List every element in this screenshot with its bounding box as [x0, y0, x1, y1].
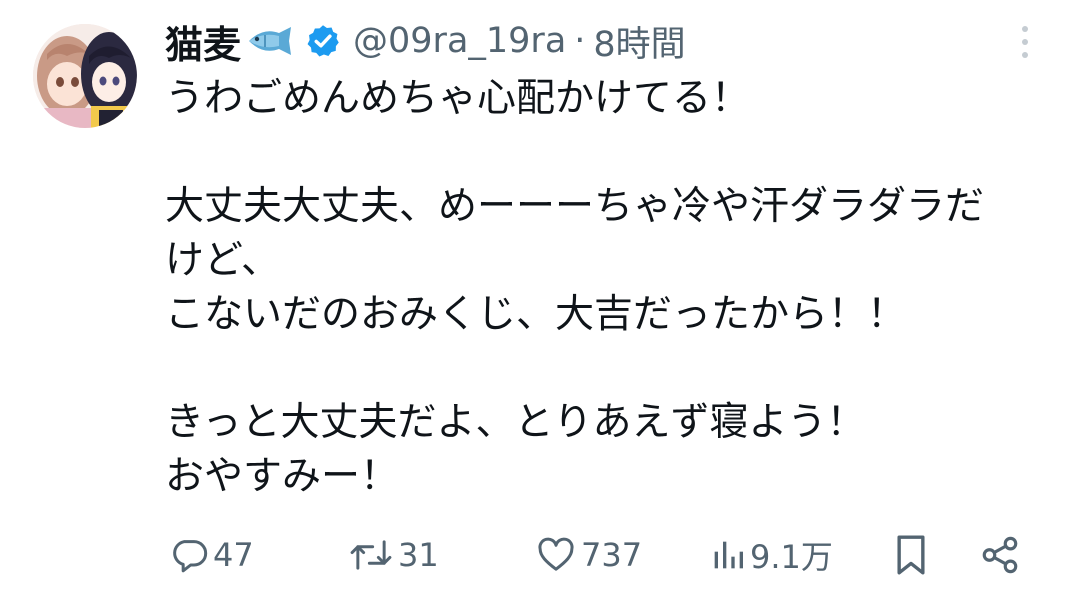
- more-dot: [1022, 39, 1028, 45]
- display-name[interactable]: 猫麦: [165, 14, 241, 69]
- tweet-line: 大丈夫大丈夫、めーーーちゃ冷や汗ダラダラだ: [165, 184, 985, 229]
- tweet-header: 猫麦 @09ra_19ra · 8時間: [165, 14, 686, 68]
- header-separator: ·: [574, 21, 586, 61]
- tweet: 猫麦 @09ra_19ra · 8時間 うわごめんめちゃ心配かけてる！ 大丈夫大…: [0, 0, 1080, 592]
- like-button[interactable]: 737: [535, 528, 642, 582]
- share-icon: [979, 534, 1021, 576]
- more-dot: [1022, 26, 1028, 32]
- retweet-button[interactable]: 31: [348, 528, 439, 582]
- avatar[interactable]: [33, 24, 137, 128]
- heart-icon: [535, 535, 577, 575]
- reply-icon: [169, 535, 209, 575]
- like-count: 737: [581, 536, 643, 574]
- tweet-line: [165, 126, 1055, 180]
- tweet-line: けど、: [165, 238, 281, 283]
- tweet-line: こないだのおみくじ、大吉だったから！！: [165, 292, 907, 337]
- verified-badge-icon: [305, 23, 341, 59]
- tweet-line: おやすみー！: [165, 454, 400, 499]
- retweet-count: 31: [398, 536, 439, 574]
- tweet-line: うわごめんめちゃ心配かけてる！: [165, 76, 751, 121]
- tweet-text: うわごめんめちゃ心配かけてる！ 大丈夫大丈夫、めーーーちゃ冷や汗ダラダラだ けど…: [165, 72, 1055, 504]
- more-options-icon[interactable]: [1012, 22, 1038, 62]
- bookmark-button[interactable]: [893, 528, 929, 582]
- fish-icon: [245, 24, 295, 58]
- views-count: 9.1万: [750, 538, 833, 576]
- retweet-icon: [348, 535, 394, 575]
- bookmark-icon: [893, 533, 929, 577]
- action-bar: 47 31 737 9.1万: [165, 528, 1035, 582]
- timestamp[interactable]: 8時間: [593, 16, 685, 67]
- views-icon: [710, 535, 746, 575]
- tweet-line: [165, 342, 1055, 396]
- user-handle[interactable]: @09ra_19ra: [353, 21, 566, 61]
- tweet-line: きっと大丈夫だよ、とりあえず寝よう！: [165, 400, 866, 445]
- share-button[interactable]: [979, 528, 1021, 582]
- reply-button[interactable]: 47: [169, 528, 254, 582]
- views-button[interactable]: 9.1万: [710, 528, 833, 582]
- reply-count: 47: [213, 536, 254, 574]
- more-dot: [1022, 52, 1028, 58]
